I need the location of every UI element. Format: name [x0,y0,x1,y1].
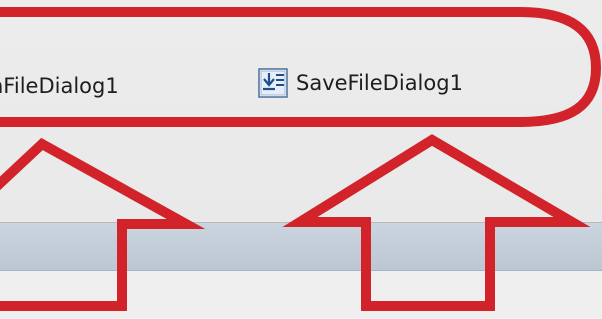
bottom-area [0,271,602,319]
save-file-dialog-icon [258,68,288,98]
save-file-dialog-label: SaveFileDialog1 [296,71,463,95]
component-tray [0,0,602,222]
save-file-dialog-component[interactable]: SaveFileDialog1 [258,68,463,98]
open-file-dialog-label: nFileDialog1 [0,74,119,98]
open-file-dialog-component[interactable]: nFileDialog1 [0,74,119,98]
designer-strip [0,223,602,271]
